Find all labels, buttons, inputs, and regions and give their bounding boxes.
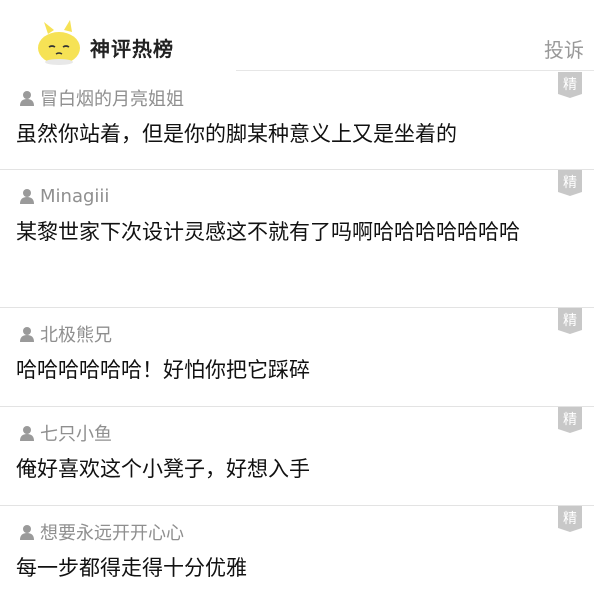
comment-username[interactable]: 七只小鱼 xyxy=(40,420,112,446)
header: 神评热榜 投诉 xyxy=(0,0,594,72)
comment-user-row: 七只小鱼 xyxy=(16,419,594,447)
comment-item: Minagiii 某黎世家下次设计灵感这不就有了吗啊哈哈哈哈哈哈哈 精 xyxy=(0,170,594,308)
featured-badge-icon: 精 xyxy=(558,308,582,334)
badge-label: 精 xyxy=(563,412,577,428)
comment-text: 哈哈哈哈哈哈！好怕你把它踩碎 xyxy=(16,358,310,382)
comment-username[interactable]: 北极熊兄 xyxy=(40,321,112,347)
user-icon xyxy=(20,189,34,204)
comment-user-row: 想要永远开开心心 xyxy=(16,518,594,546)
mascot-icon xyxy=(38,20,80,65)
comment-item: 北极熊兄 哈哈哈哈哈哈！好怕你把它踩碎 精 xyxy=(0,308,594,407)
badge-label: 精 xyxy=(563,77,577,93)
badge-label: 精 xyxy=(563,175,577,191)
comment-user-row: Minagiii xyxy=(16,182,594,210)
report-button[interactable]: 投诉 xyxy=(544,34,584,63)
comment-item: 想要永远开开心心 每一步都得走得十分优雅 精 xyxy=(0,506,594,605)
featured-badge-icon: 精 xyxy=(558,72,582,98)
featured-badge-icon: 精 xyxy=(558,506,582,532)
comment-item: 七只小鱼 俺好喜欢这个小凳子，好想入手 精 xyxy=(0,407,594,506)
comment-user-row: 冒白烟的月亮姐姐 xyxy=(16,84,594,112)
comment-text: 虽然你站着，但是你的脚某种意义上又是坐着的 xyxy=(16,122,457,146)
featured-badge-icon: 精 xyxy=(558,170,582,196)
comment-text: 某黎世家下次设计灵感这不就有了吗啊哈哈哈哈哈哈哈 xyxy=(16,220,520,244)
comment-username[interactable]: 想要永远开开心心 xyxy=(40,519,184,545)
user-icon xyxy=(20,91,34,106)
comment-user-row: 北极熊兄 xyxy=(16,320,594,348)
comment-item: 冒白烟的月亮姐姐 虽然你站着，但是你的脚某种意义上又是坐着的 精 xyxy=(0,72,594,170)
user-icon xyxy=(20,525,34,540)
featured-badge-icon: 精 xyxy=(558,407,582,433)
divider xyxy=(236,70,594,71)
user-icon xyxy=(20,426,34,441)
comment-list: 冒白烟的月亮姐姐 虽然你站着，但是你的脚某种意义上又是坐着的 精 Minagii… xyxy=(0,72,594,605)
comment-text: 俺好喜欢这个小凳子，好想入手 xyxy=(16,457,310,481)
comment-text: 每一步都得走得十分优雅 xyxy=(16,556,247,580)
badge-label: 精 xyxy=(563,511,577,527)
comment-username[interactable]: Minagiii xyxy=(40,186,109,207)
user-icon xyxy=(20,327,34,342)
comment-username[interactable]: 冒白烟的月亮姐姐 xyxy=(40,85,184,111)
badge-label: 精 xyxy=(563,313,577,329)
page-title: 神评热榜 xyxy=(90,37,174,61)
